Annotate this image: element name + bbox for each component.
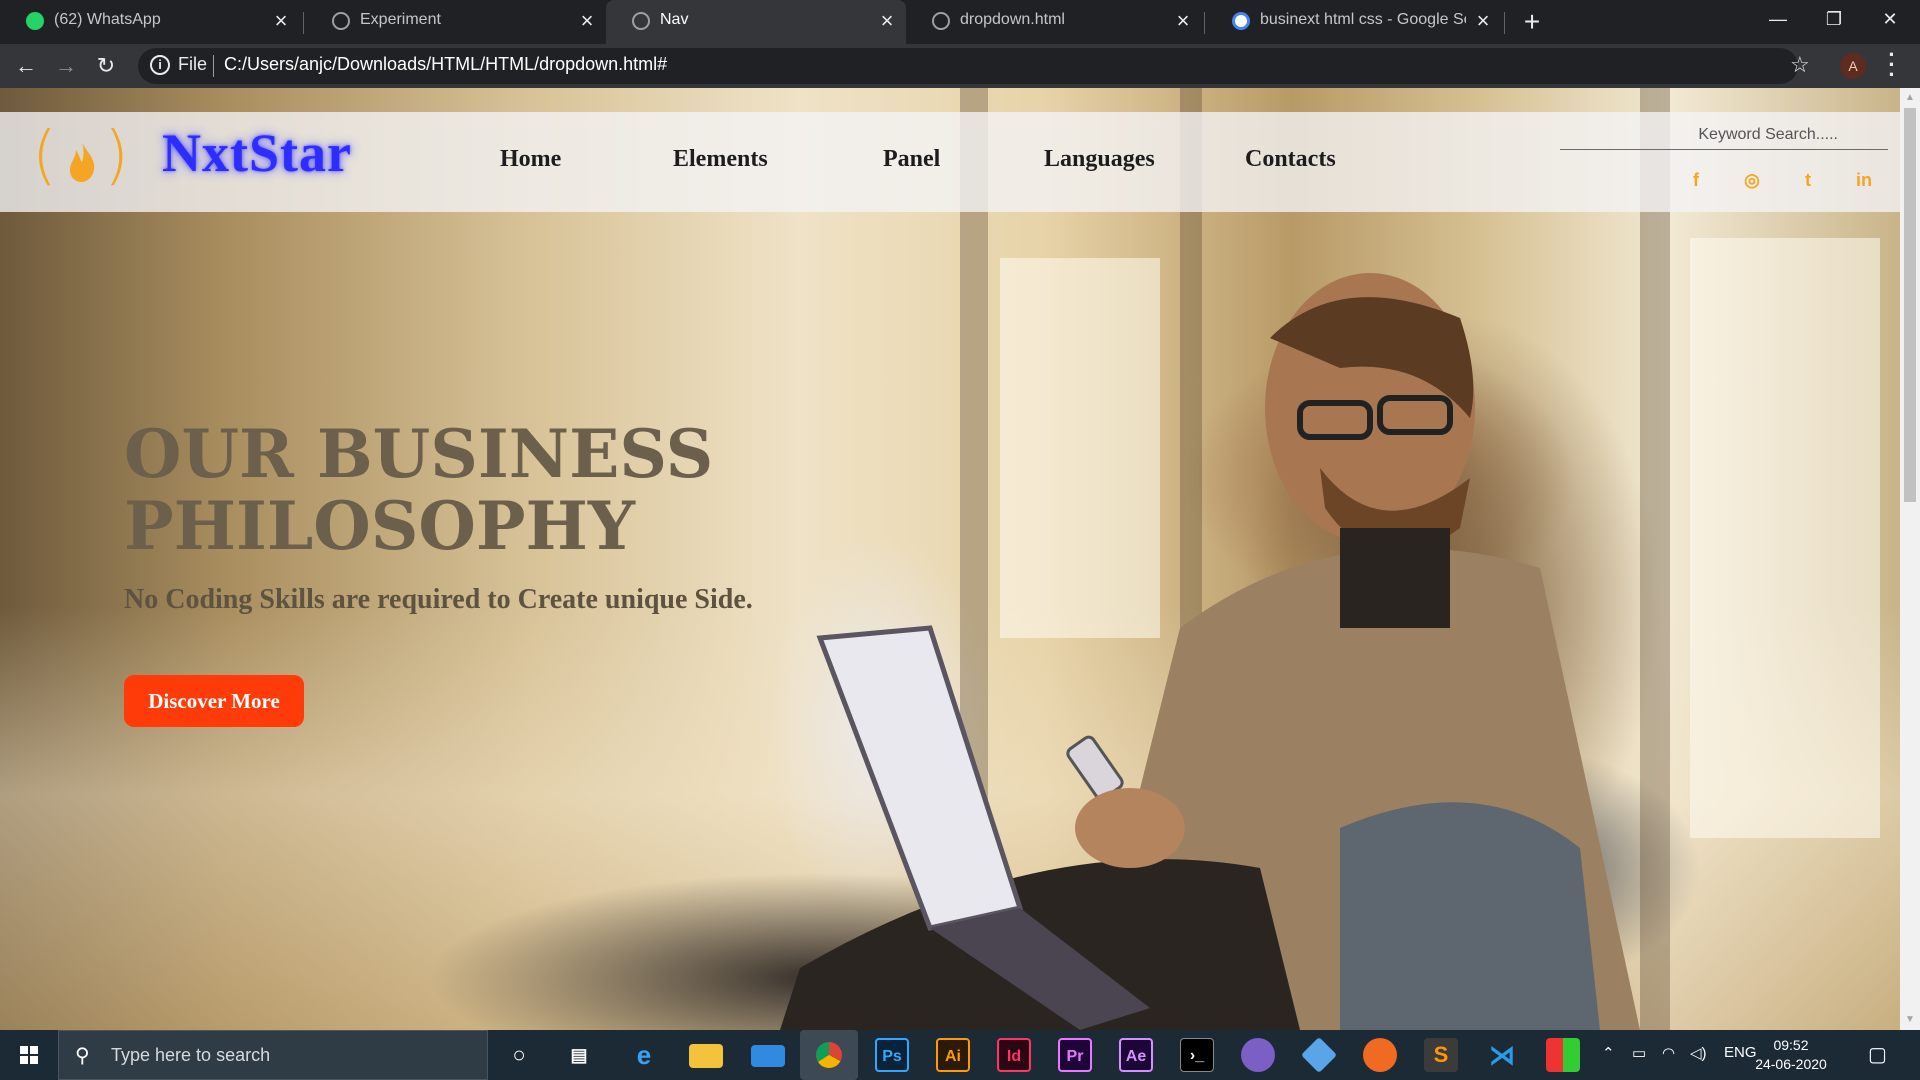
- wifi-icon[interactable]: ◠: [1662, 1044, 1675, 1062]
- info-icon[interactable]: i: [150, 55, 170, 75]
- tab-google-search[interactable]: businext html css - Google Searc ×: [1206, 0, 1502, 44]
- sublime-text-icon[interactable]: S: [1424, 1038, 1458, 1072]
- scroll-up-arrow-icon[interactable]: ▲: [1900, 90, 1920, 106]
- tab-separator: [303, 12, 304, 34]
- url-text[interactable]: C:/Users/anjc/Downloads/HTML/HTML/dropdo…: [224, 54, 667, 75]
- colorful-app-icon[interactable]: [1546, 1038, 1580, 1072]
- tab-dropdown[interactable]: dropdown.html ×: [906, 0, 1202, 44]
- keyword-search-input[interactable]: Keyword Search.....: [1560, 112, 1888, 150]
- site-navbar: ( ) NxtStar Home Elements Panel Language…: [0, 112, 1900, 212]
- flame-logo-icon[interactable]: [64, 140, 100, 184]
- hero-title-line-1: OUR BUSINESS: [124, 415, 714, 493]
- restore-icon[interactable]: ❐: [1806, 0, 1862, 40]
- taskbar-clock[interactable]: 09:52 24-06-2020: [1752, 1036, 1830, 1074]
- page-scrollbar[interactable]: ▲ ▼: [1900, 88, 1920, 1030]
- tab-nav[interactable]: Nav ×: [606, 0, 906, 44]
- photoshop-icon[interactable]: Ps: [875, 1038, 909, 1072]
- clock-date: 24-06-2020: [1755, 1056, 1827, 1072]
- gitkraken-icon[interactable]: [1300, 1036, 1338, 1074]
- page-viewport: ( ) NxtStar Home Elements Panel Language…: [0, 88, 1900, 1030]
- whatsapp-icon: [26, 12, 44, 30]
- file-explorer-icon[interactable]: [689, 1044, 723, 1068]
- illustrator-icon[interactable]: Ai: [936, 1038, 970, 1072]
- bookmark-star-icon[interactable]: ☆: [1790, 52, 1810, 78]
- brackets-icon[interactable]: [1363, 1038, 1397, 1072]
- facebook-icon[interactable]: f: [1686, 170, 1706, 190]
- close-window-icon[interactable]: ✕: [1862, 0, 1918, 40]
- man-with-laptop-illustration: [780, 273, 1640, 1030]
- terminal-icon[interactable]: ›_: [1180, 1038, 1214, 1072]
- profile-avatar[interactable]: A: [1840, 53, 1866, 79]
- windows-taskbar: ⚲ Type here to search ○ ▤ e Ps Ai Id Pr …: [0, 1030, 1920, 1080]
- scroll-down-arrow-icon[interactable]: ▼: [1900, 1012, 1920, 1028]
- mail-icon[interactable]: [751, 1045, 785, 1067]
- tab-title: (62) WhatsApp: [54, 11, 161, 28]
- reload-icon[interactable]: ↻: [92, 52, 120, 80]
- close-tab-icon[interactable]: ×: [1172, 10, 1194, 32]
- tab-title: Experiment: [360, 11, 441, 28]
- brand-name[interactable]: NxtStar: [162, 122, 352, 184]
- task-view-icon[interactable]: ▤: [562, 1038, 596, 1072]
- taskbar-search-box[interactable]: ⚲ Type here to search: [58, 1030, 488, 1080]
- edge-icon[interactable]: e: [627, 1038, 661, 1072]
- tab-title: businext html css - Google Searc: [1260, 11, 1466, 28]
- address-separator: [213, 55, 214, 77]
- back-icon[interactable]: ←: [12, 52, 40, 80]
- discover-more-button[interactable]: Discover More: [124, 675, 304, 727]
- browser-tab-strip: (62) WhatsApp × Experiment × Nav × dropd…: [0, 0, 1920, 44]
- linkedin-icon[interactable]: in: [1854, 170, 1874, 190]
- new-tab-button[interactable]: +: [1518, 8, 1546, 36]
- nav-link-elements[interactable]: Elements: [673, 146, 768, 173]
- tab-whatsapp[interactable]: (62) WhatsApp ×: [0, 0, 300, 44]
- menu-kebab-icon[interactable]: · · ·: [1885, 44, 1899, 86]
- tab-separator: [1204, 12, 1205, 34]
- clock-time: 09:52: [1773, 1037, 1809, 1053]
- google-icon: [1232, 12, 1250, 30]
- tab-title: Nav: [660, 11, 689, 28]
- windows-start-icon[interactable]: [0, 1030, 58, 1080]
- close-tab-icon[interactable]: ×: [876, 10, 898, 32]
- instagram-icon[interactable]: ◎: [1742, 170, 1762, 190]
- battery-icon[interactable]: ▭: [1632, 1044, 1646, 1062]
- tab-title: dropdown.html: [960, 11, 1065, 28]
- taskbar-search-placeholder: Type here to search: [111, 1045, 271, 1065]
- globe-icon: [932, 12, 950, 30]
- after-effects-icon[interactable]: Ae: [1119, 1038, 1153, 1072]
- vscode-icon[interactable]: ⋊: [1485, 1038, 1519, 1072]
- chrome-taskbar-button[interactable]: [800, 1030, 858, 1080]
- close-tab-icon[interactable]: ×: [576, 10, 598, 32]
- tab-experiment[interactable]: Experiment ×: [306, 0, 606, 44]
- github-desktop-icon[interactable]: [1241, 1038, 1275, 1072]
- scroll-thumb[interactable]: [1904, 108, 1916, 502]
- twitter-icon[interactable]: t: [1798, 170, 1818, 190]
- nav-link-home[interactable]: Home: [500, 146, 561, 173]
- nav-link-contacts[interactable]: Contacts: [1245, 146, 1336, 173]
- logo-bracket-left: (: [32, 119, 57, 193]
- volume-icon[interactable]: ◁): [1690, 1044, 1707, 1062]
- tray-chevron-icon[interactable]: ⌃: [1602, 1044, 1615, 1062]
- nav-link-languages[interactable]: Languages: [1044, 146, 1155, 173]
- nav-link-panel[interactable]: Panel: [883, 146, 940, 173]
- tab-separator: [1504, 12, 1505, 34]
- chrome-icon: [816, 1042, 842, 1068]
- search-icon: ⚲: [75, 1045, 90, 1067]
- premiere-icon[interactable]: Pr: [1058, 1038, 1092, 1072]
- indesign-icon[interactable]: Id: [997, 1038, 1031, 1072]
- hero-title-line-2: PHILOSOPHY: [124, 487, 636, 565]
- notifications-icon[interactable]: ▢: [1868, 1042, 1887, 1067]
- hero-title: OUR BUSINESS PHILOSOPHY: [124, 418, 713, 562]
- globe-icon: [632, 12, 650, 30]
- close-tab-icon[interactable]: ×: [1472, 10, 1494, 32]
- hero-subtitle: No Coding Skills are required to Create …: [124, 584, 753, 615]
- scheme-label: File: [178, 54, 208, 74]
- cortana-icon[interactable]: ○: [502, 1038, 536, 1072]
- minimize-icon[interactable]: —: [1750, 0, 1806, 40]
- forward-icon[interactable]: →: [52, 52, 80, 80]
- close-tab-icon[interactable]: ×: [270, 10, 292, 32]
- globe-icon: [332, 12, 350, 30]
- logo-bracket-right: ): [104, 119, 129, 193]
